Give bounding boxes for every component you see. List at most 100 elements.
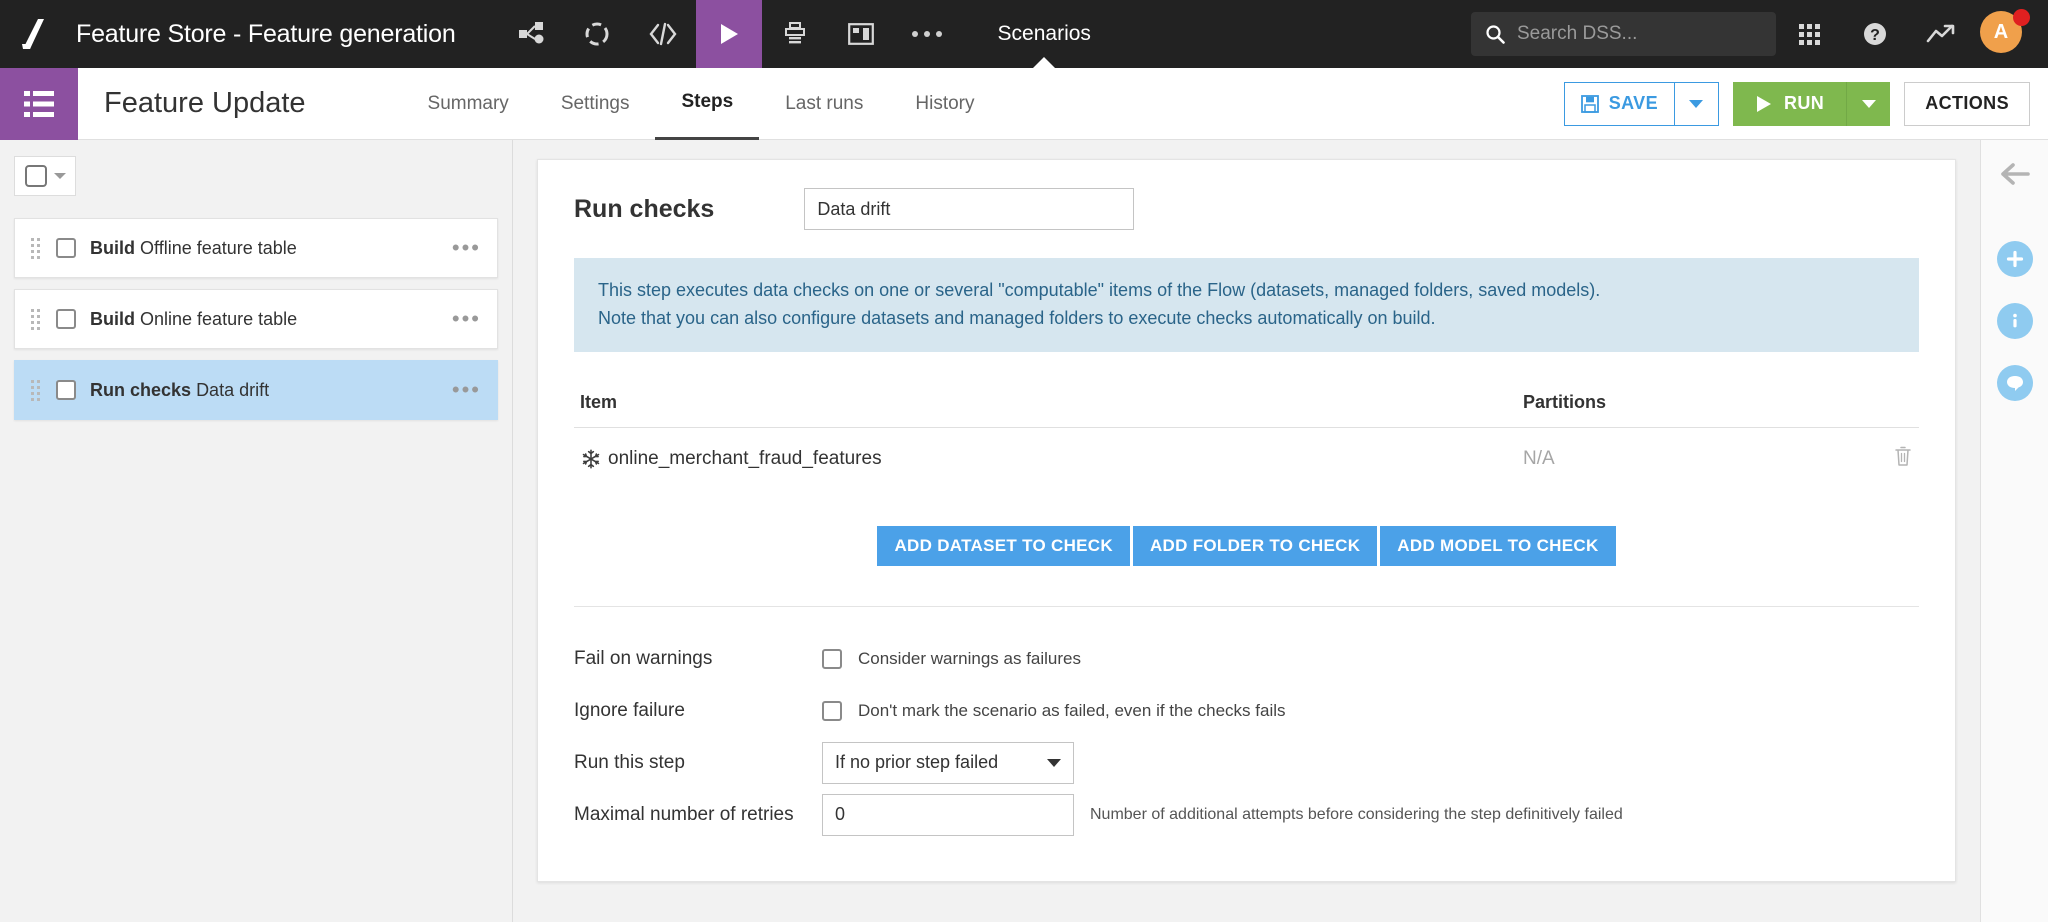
dashboard-icon[interactable]	[828, 0, 894, 68]
setting-label: Run this step	[574, 751, 685, 773]
step-item-run-checks-data-drift[interactable]: Run checks Data drift •••	[14, 360, 498, 420]
scenarios-play-icon[interactable]	[695, 0, 762, 68]
floppy-save-icon	[1580, 94, 1599, 113]
avatar[interactable]: A	[1980, 9, 2030, 57]
table-cell-item: online_merchant_fraud_features	[580, 448, 1523, 470]
setting-fail-on-warnings: Fail on warnings Consider warnings as fa…	[574, 633, 1919, 685]
tab-settings[interactable]: Settings	[535, 68, 656, 140]
fail-on-warnings-checkbox[interactable]	[822, 648, 842, 669]
add-folder-to-check-button[interactable]: ADD FOLDER TO CHECK	[1132, 525, 1378, 566]
scenario-action-buttons: SAVE RUN ACTIONS	[1563, 81, 2048, 126]
discussions-icon[interactable]	[1996, 365, 2033, 401]
drag-handle-icon[interactable]	[31, 308, 40, 330]
steps-list: Build Offline feature table ••• Build On…	[14, 218, 498, 420]
select-all-checkbox[interactable]	[24, 165, 47, 187]
search-input[interactable]: Search DSS...	[1471, 12, 1776, 56]
setting-run-this-step: Run this step	[574, 737, 1919, 789]
column-header-item: Item	[580, 391, 618, 412]
save-button-group: SAVE	[1563, 81, 1719, 126]
trash-icon	[1895, 446, 1911, 466]
save-dropdown-button[interactable]	[1674, 81, 1719, 126]
info-line-1: This step executes data checks on one or…	[598, 280, 1601, 300]
run-dropdown-button[interactable]	[1846, 81, 1891, 126]
drag-handle-icon[interactable]	[31, 237, 40, 259]
step-info-banner: This step executes data checks on one or…	[574, 258, 1919, 352]
checks-table: Item Partitions online_merchant_fraud_fe…	[574, 392, 1919, 490]
project-title[interactable]: Feature Store - Feature generation	[76, 20, 456, 49]
step-checkbox[interactable]	[56, 380, 76, 400]
column-header-partitions: Partitions	[1523, 391, 1607, 412]
setting-description: Number of additional attempts before con…	[1090, 805, 1623, 823]
collapse-panel-button[interactable]	[2000, 162, 2030, 191]
actions-button[interactable]: ACTIONS	[1904, 81, 2030, 126]
step-type: Build	[90, 308, 135, 329]
code-icon[interactable]	[630, 0, 696, 68]
add-model-to-check-button[interactable]: ADD MODEL TO CHECK	[1380, 525, 1616, 566]
step-label: Run checks Data drift	[90, 380, 269, 401]
top-navigation-bar: Feature Store - Feature generation Scena…	[0, 0, 2048, 68]
search-placeholder: Search DSS...	[1517, 23, 1638, 44]
apps-grid-icon[interactable]	[1776, 0, 1842, 68]
step-detail-title: Run checks	[574, 194, 715, 223]
notification-badge	[2013, 9, 2030, 26]
setting-label: Fail on warnings	[574, 647, 713, 669]
setting-description: Don't mark the scenario as failed, even …	[858, 700, 1286, 720]
run-button[interactable]: RUN	[1732, 81, 1847, 126]
step-menu-icon[interactable]: •••	[452, 379, 481, 401]
ignore-failure-checkbox[interactable]	[822, 700, 842, 721]
select-all-control[interactable]	[14, 156, 76, 196]
project-nav-icons	[498, 0, 960, 68]
step-name: Online feature table	[140, 308, 298, 329]
step-type: Build	[90, 237, 135, 258]
snowflake-dataset-icon	[582, 449, 600, 469]
save-button[interactable]: SAVE	[1563, 81, 1675, 126]
add-check-buttons: ADD DATASET TO CHECK ADD FOLDER TO CHECK…	[574, 525, 1919, 566]
step-menu-icon[interactable]: •••	[452, 237, 481, 259]
tab-history[interactable]: History	[889, 68, 1000, 140]
add-icon[interactable]	[1996, 241, 2033, 277]
setting-label: Maximal number of retries	[574, 803, 794, 825]
chevron-down-icon[interactable]	[53, 173, 66, 179]
tab-summary[interactable]: Summary	[402, 68, 535, 140]
step-detail-panel: Run checks This step executes data check…	[537, 159, 1956, 882]
tab-steps[interactable]: Steps	[655, 68, 760, 140]
save-button-label: SAVE	[1608, 93, 1658, 113]
delete-row-button[interactable]	[1853, 445, 1913, 473]
search-icon	[1486, 25, 1505, 44]
dataset-name[interactable]: online_merchant_fraud_features	[608, 448, 882, 470]
step-item-build-online-feature-table[interactable]: Build Online feature table •••	[14, 289, 498, 349]
lab-icon[interactable]	[564, 0, 630, 68]
chevron-down-icon	[1861, 99, 1876, 108]
scenario-tabs: Summary Settings Steps Last runs History	[402, 68, 1001, 140]
maximal-retries-input[interactable]	[822, 793, 1074, 836]
step-name-row: Run checks	[574, 188, 1919, 230]
step-label: Build Online feature table	[90, 309, 297, 330]
step-detail-area: Run checks This step executes data check…	[513, 140, 1980, 922]
step-name: Data drift	[196, 379, 270, 400]
dataiku-logo-icon[interactable]	[0, 0, 66, 68]
drag-handle-icon[interactable]	[31, 379, 40, 401]
info-icon[interactable]	[1996, 303, 2033, 339]
tab-last-runs[interactable]: Last runs	[759, 68, 889, 140]
more-icon[interactable]	[894, 0, 960, 68]
step-checkbox[interactable]	[56, 309, 76, 329]
flow-icon[interactable]	[498, 0, 564, 68]
setting-description: Consider warnings as failures	[858, 648, 1081, 668]
divider	[574, 605, 1919, 607]
scenario-list-icon[interactable]	[0, 67, 78, 140]
help-icon[interactable]: ?	[1842, 0, 1908, 68]
jobs-icon[interactable]	[762, 0, 828, 68]
add-dataset-to-check-button[interactable]: ADD DATASET TO CHECK	[877, 525, 1130, 566]
step-item-build-offline-feature-table[interactable]: Build Offline feature table •••	[14, 218, 498, 278]
step-name-input[interactable]	[804, 188, 1135, 230]
step-checkbox[interactable]	[56, 238, 76, 258]
activity-trend-icon[interactable]	[1908, 0, 1974, 68]
section-label-scenarios[interactable]: Scenarios	[990, 0, 1099, 68]
step-menu-icon[interactable]: •••	[452, 308, 481, 330]
play-icon	[1756, 95, 1771, 112]
top-bar-right-tools: Search DSS... ? A	[1471, 0, 2048, 68]
run-this-step-select[interactable]	[822, 741, 1074, 784]
setting-label: Ignore failure	[574, 699, 685, 721]
table-cell-partitions: N/A	[1523, 447, 1555, 469]
run-this-step-value[interactable]	[822, 741, 1074, 784]
